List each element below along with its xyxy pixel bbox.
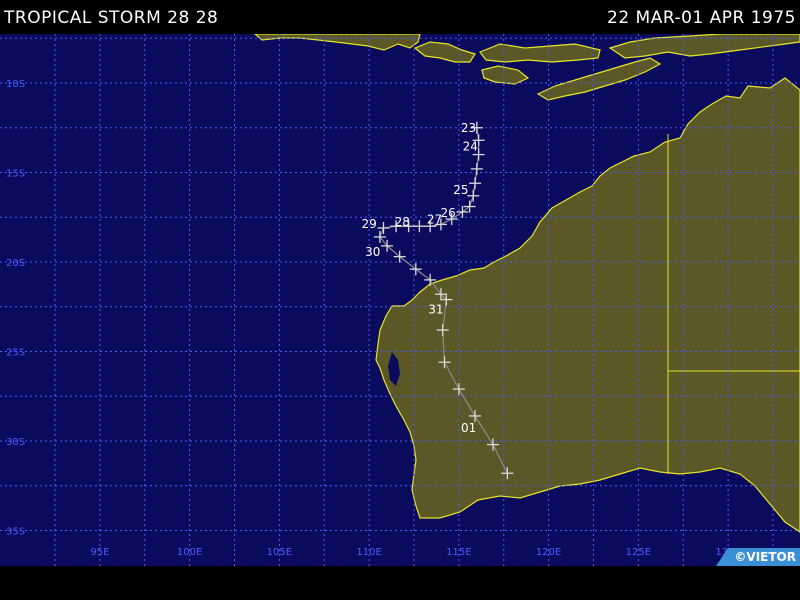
day-label-27: 27 bbox=[427, 212, 442, 226]
day-label-30: 30 bbox=[365, 245, 380, 259]
storm-title: TROPICAL STORM 28 28 bbox=[4, 8, 219, 28]
day-label-31: 31 bbox=[428, 303, 443, 317]
lon-label-95e: 95E bbox=[90, 547, 109, 558]
day-label-28: 28 bbox=[395, 215, 410, 229]
lat-label-15s: 15S bbox=[6, 169, 25, 180]
day-label-24: 24 bbox=[463, 140, 478, 154]
map-frame: TROPICAL STORM 28 28 22 MAR-01 APR 1975 … bbox=[0, 0, 800, 600]
day-label-26: 26 bbox=[440, 206, 455, 220]
date-range: 22 MAR-01 APR 1975 bbox=[607, 8, 796, 28]
flores-island bbox=[479, 43, 601, 63]
day-label-23: 23 bbox=[461, 121, 476, 135]
day-label-29: 29 bbox=[361, 217, 376, 231]
lat-label-10s: 10S bbox=[6, 79, 25, 90]
lon-label-120e: 120E bbox=[536, 547, 561, 558]
lon-label-100e: 100E bbox=[177, 547, 202, 558]
storm-track-map: 10S 15S 20S 25S 30S 35S 95E 100E 105E 110E 115E 12… bbox=[0, 34, 800, 566]
credit-label: ©VIETOR bbox=[734, 550, 796, 564]
lon-label-125e: 125E bbox=[626, 547, 651, 558]
lat-label-30s: 30S bbox=[6, 437, 25, 448]
lat-label-35s: 35S bbox=[6, 527, 25, 538]
lon-label-110e: 110E bbox=[356, 547, 381, 558]
lat-label-25s: 25S bbox=[6, 348, 25, 359]
lat-label-20s: 20S bbox=[6, 258, 25, 269]
day-label-01: 01 bbox=[461, 421, 476, 435]
lon-label-105e: 105E bbox=[267, 547, 292, 558]
lon-label-115e: 115E bbox=[446, 547, 471, 558]
day-label-25: 25 bbox=[453, 183, 468, 197]
